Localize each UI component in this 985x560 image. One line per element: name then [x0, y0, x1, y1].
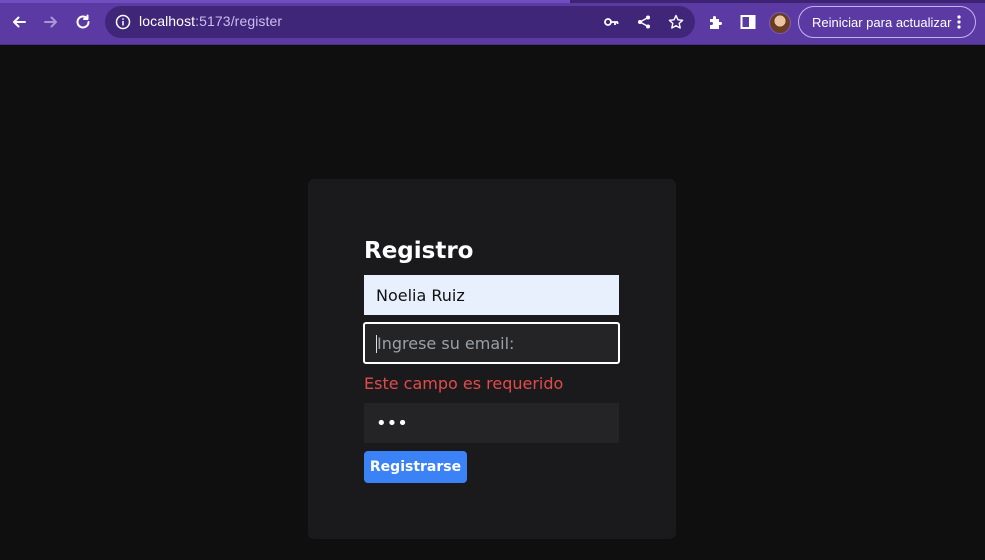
extensions-icon[interactable] — [707, 13, 725, 31]
email-error-message: Este campo es requerido — [364, 374, 564, 393]
share-icon[interactable] — [636, 14, 652, 30]
browser-toolbar: localhost:5173/register Reiniciar para a… — [0, 0, 985, 45]
update-button-label: Reiniciar para actualizar — [812, 14, 952, 30]
address-bar[interactable]: localhost:5173/register — [105, 6, 695, 38]
profile-avatar[interactable] — [769, 12, 791, 34]
back-icon[interactable] — [6, 9, 32, 35]
form-title: Registro — [364, 238, 474, 264]
key-icon[interactable] — [603, 14, 619, 30]
side-panel-icon[interactable] — [739, 13, 757, 31]
restart-to-update-button[interactable]: Reiniciar para actualizar — [798, 6, 976, 38]
forward-icon[interactable] — [38, 9, 64, 35]
url-text[interactable]: localhost:5173/register — [139, 13, 282, 29]
star-icon[interactable] — [668, 14, 684, 30]
url-host: localhost — [139, 13, 196, 29]
active-tab-indicator[interactable] — [0, 0, 570, 3]
reload-icon[interactable] — [70, 9, 96, 35]
url-path: :5173/register — [195, 13, 283, 29]
more-icon[interactable] — [951, 14, 967, 33]
password-field[interactable]: ••• — [364, 403, 619, 443]
tab-strip — [0, 0, 985, 3]
register-button[interactable]: Registrarse — [364, 451, 467, 483]
email-field[interactable]: Ingrese su email: — [363, 322, 620, 364]
name-field[interactable]: Noelia Ruiz — [364, 275, 619, 315]
site-info-icon[interactable] — [115, 14, 131, 30]
